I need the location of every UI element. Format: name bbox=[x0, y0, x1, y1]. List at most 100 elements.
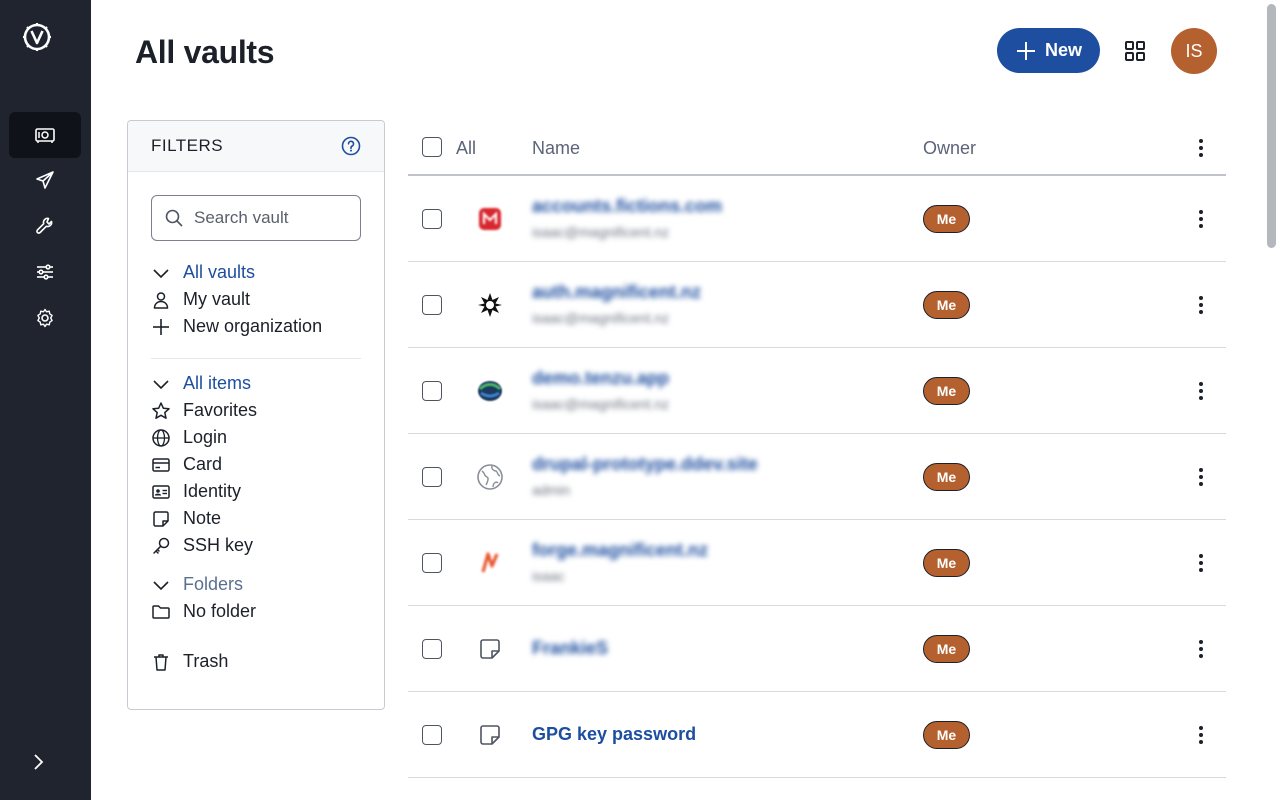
row-checkbox[interactable] bbox=[422, 553, 442, 573]
login-filter[interactable]: Login bbox=[151, 424, 361, 451]
kebab-menu-icon bbox=[1199, 640, 1203, 658]
note-label: Note bbox=[183, 508, 222, 528]
vaults-filter-group: All vaults My vault New organization bbox=[151, 259, 361, 340]
filters-title: FILTERS bbox=[151, 136, 224, 155]
folders-filter-group: Folders No folder bbox=[151, 571, 361, 625]
trash-filter[interactable]: Trash bbox=[151, 648, 361, 675]
select-all-checkbox[interactable] bbox=[422, 137, 442, 157]
row-checkbox[interactable] bbox=[422, 209, 442, 229]
kebab-menu-icon bbox=[1199, 554, 1203, 572]
column-owner[interactable]: Owner bbox=[923, 138, 976, 159]
item-name[interactable]: accounts.fictions.com bbox=[532, 196, 722, 217]
folders-filter[interactable]: Folders bbox=[151, 571, 361, 598]
identity-filter[interactable]: Identity bbox=[151, 478, 361, 505]
item-name[interactable]: FrankieS bbox=[532, 638, 608, 659]
table-row[interactable]: drupal-prototype.ddev.site admin Me bbox=[408, 434, 1226, 520]
item-name[interactable]: auth.magnificent.nz bbox=[532, 282, 701, 303]
star-burst-logo-icon bbox=[476, 291, 504, 319]
table-row[interactable]: FrankieS Me bbox=[408, 606, 1226, 692]
expand-sidebar-button[interactable] bbox=[24, 748, 52, 776]
column-name[interactable]: Name bbox=[532, 138, 580, 159]
identity-label: Identity bbox=[183, 481, 242, 501]
row-checkbox[interactable] bbox=[422, 467, 442, 487]
row-options-button[interactable] bbox=[1194, 550, 1208, 576]
grid-icon bbox=[1125, 41, 1145, 61]
nav-send[interactable] bbox=[9, 157, 81, 203]
owner-badge: Me bbox=[923, 721, 970, 749]
row-options-button[interactable] bbox=[1194, 292, 1208, 318]
card-filter[interactable]: Card bbox=[151, 451, 361, 478]
my-vault-label: My vault bbox=[183, 289, 251, 309]
new-organization-label: New organization bbox=[183, 316, 323, 336]
owner-badge: Me bbox=[923, 549, 970, 577]
filters-panel: FILTERS All vaults My vault bbox=[127, 120, 385, 710]
card-label: Card bbox=[183, 454, 223, 474]
row-options-button[interactable] bbox=[1194, 464, 1208, 490]
table-header: All Name Owner bbox=[408, 120, 1226, 176]
row-options-button[interactable] bbox=[1194, 206, 1208, 232]
table-row[interactable]: accounts.fictions.com isaac@magnificent.… bbox=[408, 176, 1226, 262]
forge-logo-icon bbox=[476, 549, 504, 577]
page-title: All vaults bbox=[135, 34, 275, 70]
nav-settings[interactable] bbox=[9, 295, 81, 341]
search-vault-field[interactable] bbox=[151, 195, 361, 241]
row-checkbox[interactable] bbox=[422, 381, 442, 401]
row-options-button[interactable] bbox=[1194, 636, 1208, 662]
item-username: isaac@magnificent.nz bbox=[532, 396, 670, 412]
kebab-menu-icon bbox=[1199, 382, 1203, 400]
all-items-filter[interactable]: All items bbox=[151, 370, 361, 397]
table-row[interactable]: GPG key password Me bbox=[408, 692, 1226, 778]
item-name[interactable]: demo.tenzu.app bbox=[532, 368, 669, 389]
vault-icon bbox=[35, 128, 55, 143]
key-icon bbox=[153, 537, 170, 554]
favorites-filter[interactable]: Favorites bbox=[151, 397, 361, 424]
row-checkbox[interactable] bbox=[422, 295, 442, 315]
nav-tools[interactable] bbox=[9, 203, 81, 249]
kebab-menu-icon bbox=[1199, 726, 1203, 744]
table-row[interactable]: auth.magnificent.nz isaac@magnificent.nz… bbox=[408, 262, 1226, 348]
user-icon bbox=[153, 291, 169, 309]
question-circle-icon[interactable] bbox=[341, 136, 361, 156]
nav-reports[interactable] bbox=[9, 249, 81, 295]
chevron-down-icon bbox=[153, 268, 169, 278]
new-button-label: New bbox=[1044, 40, 1082, 60]
note-icon bbox=[476, 635, 504, 663]
bulk-options-button[interactable] bbox=[1194, 135, 1208, 161]
login-label: Login bbox=[183, 427, 228, 447]
new-organization-filter[interactable]: New organization bbox=[151, 313, 361, 340]
note-icon bbox=[476, 721, 504, 749]
my-vault-filter[interactable]: My vault bbox=[151, 286, 361, 313]
avatar-initials: IS bbox=[1185, 40, 1203, 61]
vaultwarden-logo-icon[interactable] bbox=[22, 22, 52, 52]
search-vault-input[interactable] bbox=[194, 208, 344, 228]
row-checkbox[interactable] bbox=[422, 639, 442, 659]
red-m-logo-icon bbox=[476, 205, 504, 233]
item-name[interactable]: forge.magnificent.nz bbox=[532, 540, 708, 561]
column-all[interactable]: All bbox=[456, 138, 476, 159]
ssh-key-filter[interactable]: SSH key bbox=[151, 532, 361, 559]
row-options-button[interactable] bbox=[1194, 722, 1208, 748]
item-name[interactable]: drupal-prototype.ddev.site bbox=[532, 454, 758, 475]
folder-icon bbox=[152, 604, 170, 619]
item-username: isaac@magnificent.nz bbox=[532, 310, 670, 326]
no-folder-filter[interactable]: No folder bbox=[151, 598, 361, 625]
product-switcher-button[interactable] bbox=[1120, 36, 1150, 66]
trash-label: Trash bbox=[183, 651, 229, 671]
wrench-icon bbox=[36, 217, 53, 234]
item-username: admin bbox=[532, 482, 571, 498]
vault-items-table: All Name Owner accounts.fictions.com isa… bbox=[408, 120, 1226, 778]
row-options-button[interactable] bbox=[1194, 378, 1208, 404]
table-row[interactable]: forge.magnificent.nz isaac Me bbox=[408, 520, 1226, 606]
nav-vaults[interactable] bbox=[9, 112, 81, 158]
all-items-label: All items bbox=[183, 373, 252, 393]
owner-badge: Me bbox=[923, 463, 970, 491]
note-filter[interactable]: Note bbox=[151, 505, 361, 532]
row-checkbox[interactable] bbox=[422, 725, 442, 745]
all-vaults-filter[interactable]: All vaults bbox=[151, 259, 361, 286]
new-item-button[interactable]: New bbox=[997, 28, 1100, 73]
owner-badge: Me bbox=[923, 635, 970, 663]
page-scrollbar-thumb[interactable] bbox=[1267, 4, 1276, 248]
item-name[interactable]: GPG key password bbox=[532, 724, 696, 745]
user-avatar[interactable]: IS bbox=[1171, 28, 1217, 74]
table-row[interactable]: demo.tenzu.app isaac@magnificent.nz Me bbox=[408, 348, 1226, 434]
